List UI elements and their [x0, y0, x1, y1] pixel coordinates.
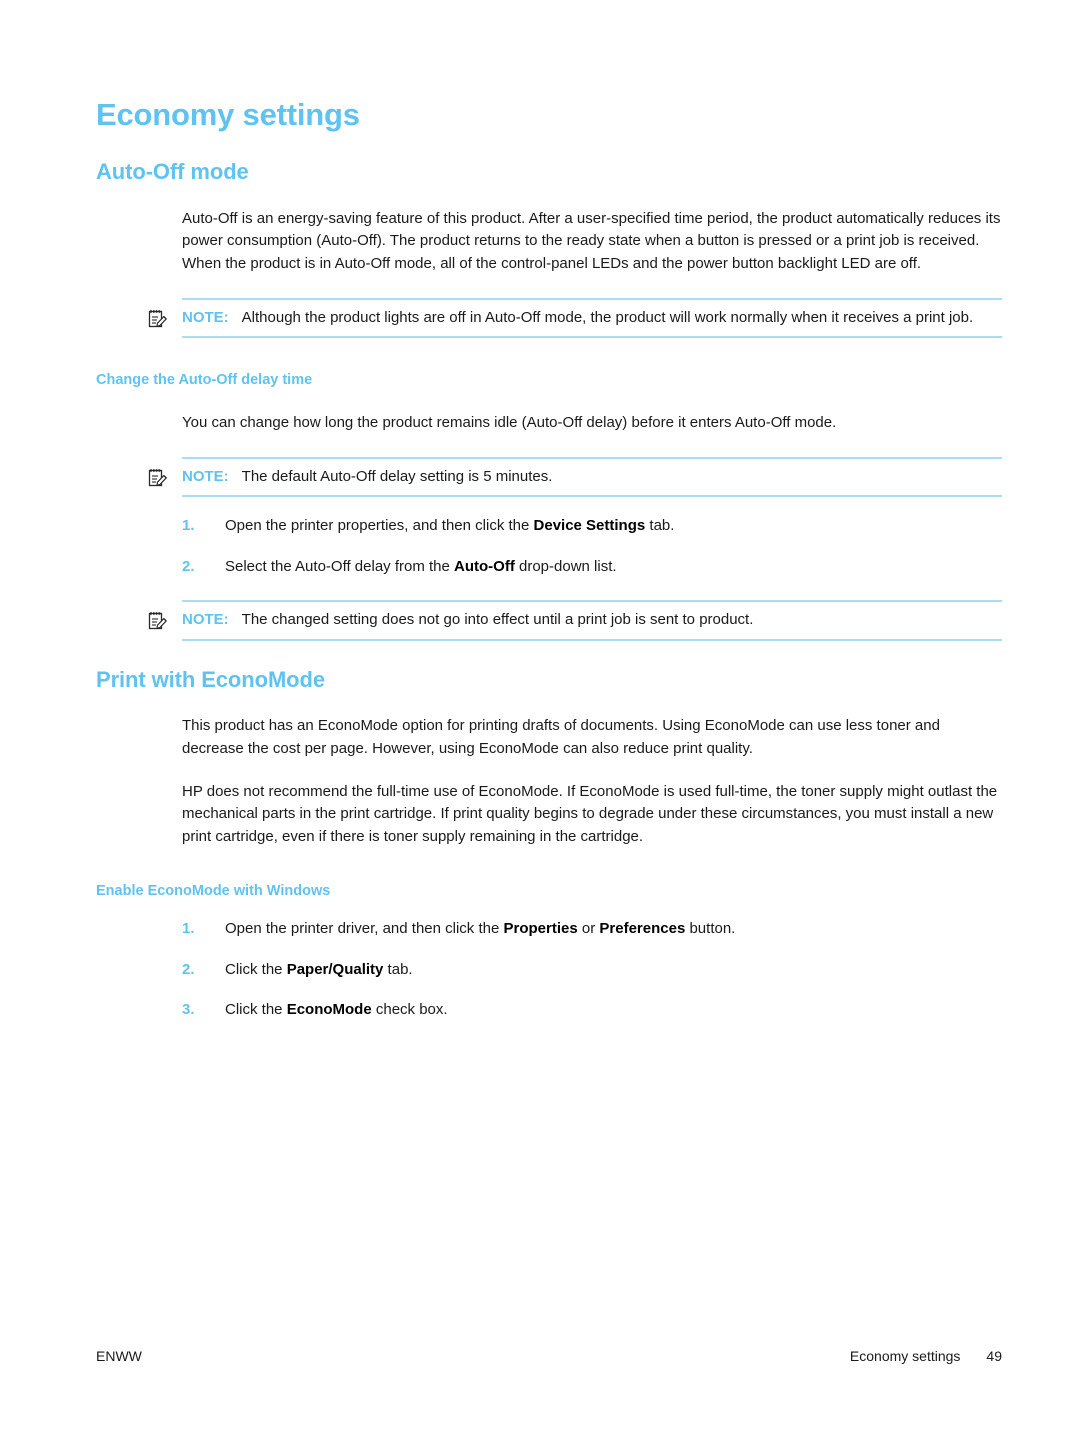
step-item: 1. Open the printer properties, and then … — [182, 515, 1002, 538]
note-text: Although the product lights are off in A… — [241, 308, 974, 326]
step-text-run: Select the Auto-Off delay from the — [225, 557, 455, 575]
paragraph-auto-off-intro: Auto-Off is an energy-saving feature of … — [182, 209, 1001, 273]
step-text: Select the Auto-Off delay from the Auto-… — [225, 558, 617, 575]
note-label: NOTE: — [182, 467, 229, 485]
step-item: 3. Click the EconoMode check box. — [182, 999, 1002, 1022]
step-text-emphasis: Device Settings — [533, 517, 646, 535]
footer-page-number: 49 — [986, 1348, 1002, 1364]
note-pencil-icon — [146, 308, 168, 330]
step-number: 2. — [182, 960, 195, 978]
paragraph-economode-recommendation: HP does not recommend the full-time use … — [182, 782, 998, 846]
paragraph-change-delay: You can change how long the product rema… — [182, 413, 837, 431]
step-text: Click the Paper/Quality tab. — [225, 961, 413, 978]
page-title: Economy settings — [96, 97, 360, 132]
step-text: Open the printer driver, and then click … — [225, 920, 735, 937]
footer-left-label: ENWW — [96, 1348, 142, 1364]
step-number: 2. — [182, 557, 195, 575]
section-heading-print-with-economode: Print with EconoMode — [96, 666, 325, 692]
document-page: Economy settings Auto-Off mode Auto-Off … — [0, 0, 1080, 1437]
step-text-emphasis: Auto-Off — [454, 557, 515, 575]
note-label: NOTE: — [182, 308, 229, 326]
step-number: 3. — [182, 1001, 195, 1019]
note-block-default-delay: NOTE: The default Auto-Off delay setting … — [148, 456, 1002, 498]
step-text-emphasis: Properties — [503, 920, 578, 938]
step-text-run: tab. — [645, 517, 675, 535]
step-text-run: Open the printer driver, and then click … — [225, 920, 504, 938]
note-block-changed-setting: NOTE: The changed setting does not go int… — [148, 600, 1002, 641]
page-content: Economy settings Auto-Off mode Auto-Off … — [96, 96, 1002, 1022]
note-label: NOTE: — [182, 611, 229, 629]
step-item: 2. Click the Paper/Quality tab. — [182, 959, 1002, 982]
note-text: The default Auto-Off delay setting is 5 … — [241, 467, 553, 485]
step-text-emphasis: Preferences — [599, 920, 686, 938]
footer-right: Economy settings 49 — [850, 1348, 1002, 1364]
subsection-heading-enable-economode-windows: Enable EconoMode with Windows — [96, 883, 331, 900]
step-text: Click the EconoMode check box. — [225, 1001, 448, 1018]
step-item: 1. Open the printer driver, and then clic… — [182, 918, 1002, 941]
note-pencil-icon — [146, 610, 168, 632]
step-text-run: Open the printer properties, and then cl… — [225, 517, 534, 535]
step-text-run: check box. — [371, 1001, 448, 1019]
step-text-emphasis: Paper/Quality — [286, 960, 384, 978]
footer-section-label: Economy settings — [849, 1348, 961, 1364]
step-text-run: Click the — [225, 1001, 287, 1019]
step-text-run: or — [577, 920, 600, 938]
note-text: The changed setting does not go into eff… — [241, 611, 754, 629]
paragraph-economode-intro: This product has an EconoMode option for… — [182, 717, 940, 757]
subsection-heading-change-delay-time: Change the Auto-Off delay time — [96, 372, 313, 389]
step-item: 2. Select the Auto-Off delay from the Aut… — [182, 556, 1002, 579]
step-text: Open the printer properties, and then cl… — [225, 517, 674, 534]
steps-list-enable-economode: 1. Open the printer driver, and then clic… — [182, 918, 1002, 1022]
section-heading-auto-off-mode: Auto-Off mode — [96, 159, 249, 185]
step-text-run: drop-down list. — [514, 557, 617, 575]
step-text-run: Click the — [225, 960, 287, 978]
steps-list-change-delay: 1. Open the printer properties, and then … — [182, 515, 1002, 578]
note-pencil-icon — [146, 467, 168, 489]
page-footer: ENWW Economy settings 49 — [96, 1348, 1002, 1364]
step-text-run: button. — [685, 920, 736, 938]
step-text-run: tab. — [383, 960, 413, 978]
step-number: 1. — [182, 920, 195, 938]
note-block-auto-off: NOTE: Although the product lights are off… — [148, 297, 1002, 339]
step-text-emphasis: EconoMode — [286, 1001, 372, 1019]
step-number: 1. — [182, 517, 195, 535]
